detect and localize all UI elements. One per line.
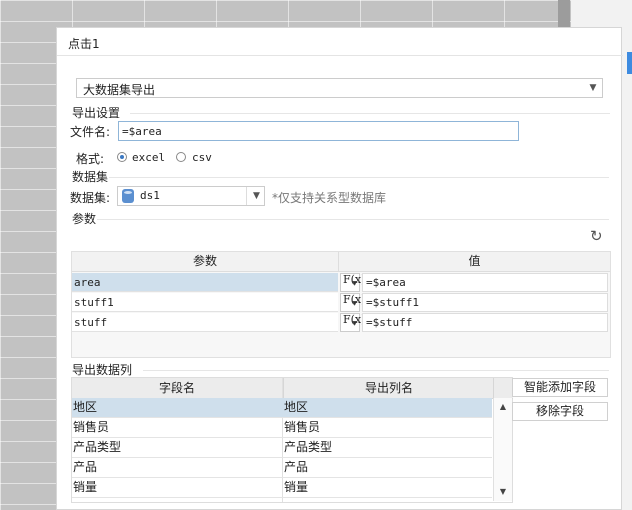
params-header-value: 值 — [339, 252, 610, 272]
param-name: stuff1 — [72, 293, 338, 312]
export-name[interactable]: 产品 — [284, 458, 308, 477]
params-heading: 参数 — [72, 212, 97, 226]
section-divider — [143, 370, 609, 371]
dataset-heading: 数据集 — [72, 170, 109, 184]
header-corner — [493, 378, 513, 399]
section-divider — [130, 113, 610, 114]
params-row[interactable]: stuff1 F(x) ▼ =$stuff1 — [72, 293, 610, 313]
scroll-up-icon[interactable]: ▲ — [494, 400, 512, 414]
param-name: stuff — [72, 313, 338, 332]
caret-down-icon: ▼ — [352, 320, 357, 327]
table-row[interactable]: 销量 销量 — [72, 478, 492, 498]
sheet-scrollbar[interactable] — [558, 0, 570, 28]
export-name[interactable]: 地区 — [284, 398, 308, 417]
scroll-down-icon[interactable]: ▼ — [494, 485, 512, 499]
export-columns-table: 字段名 导出列名 地区 地区 销售员 销售员 产品类型 产品类型 产品 产品 销… — [71, 377, 513, 503]
title-divider — [57, 55, 623, 56]
format-label: 格式: — [76, 152, 105, 166]
field-name: 销量 — [73, 480, 98, 494]
formula-button[interactable]: F(x) ▼ — [340, 313, 365, 332]
formula-button[interactable]: F(x) ▼ — [340, 293, 365, 312]
column-header-export: 导出列名 — [283, 378, 494, 399]
param-value-input[interactable]: =$area — [362, 273, 608, 292]
field-name: 产品类型 — [73, 440, 122, 454]
side-panel-tab[interactable] — [627, 52, 632, 74]
table-scrollbar[interactable]: ▲ ▼ — [493, 398, 512, 501]
export-name[interactable]: 销售员 — [284, 418, 320, 437]
remove-field-button[interactable]: 移除字段 — [512, 402, 608, 421]
export-settings-heading: 导出设置 — [72, 106, 121, 120]
chevron-down-icon[interactable]: ▼ — [246, 187, 266, 205]
params-header-name: 参数 — [72, 252, 339, 272]
caret-down-icon: ▼ — [352, 280, 357, 287]
dataset-label: 数据集: — [70, 191, 111, 205]
dataset-select[interactable]: ds1 ▼ — [117, 186, 265, 206]
smart-add-fields-button[interactable]: 智能添加字段 — [512, 378, 608, 397]
format-option-excel-label: excel — [132, 151, 166, 164]
formula-button[interactable]: F(x) ▼ — [340, 273, 365, 292]
export-name[interactable]: 销量 — [284, 478, 308, 497]
field-name: 销售员 — [73, 420, 110, 434]
caret-down-icon: ▼ — [352, 300, 357, 307]
params-table: 参数 值 area F(x) ▼ =$area stuff1 F(x) ▼ =$st… — [71, 251, 611, 358]
dialog-title: 点击1 — [68, 37, 100, 51]
filename-label: 文件名: — [70, 125, 111, 139]
section-divider — [109, 177, 609, 178]
export-type-value: 大数据集导出 — [83, 83, 156, 97]
table-row[interactable]: 销售员 销售员 — [72, 418, 492, 438]
export-type-select[interactable]: 大数据集导出 ▼ — [76, 78, 603, 98]
format-option-csv-label: csv — [192, 151, 212, 164]
param-name: area — [72, 273, 338, 292]
format-radio-csv[interactable] — [176, 152, 186, 162]
filename-input[interactable]: =$area — [118, 121, 519, 141]
dataset-note: *仅支持关系型数据库 — [272, 191, 387, 205]
table-row[interactable]: 地区 地区 — [72, 398, 492, 418]
table-row[interactable]: 产品 产品 — [72, 458, 492, 478]
export-dialog: 点击1 大数据集导出 ▼ 导出设置 文件名: =$area 格式: excel … — [56, 27, 623, 510]
format-radio-excel[interactable] — [117, 152, 127, 162]
params-row[interactable]: area F(x) ▼ =$area — [72, 273, 610, 293]
section-divider — [97, 219, 609, 220]
export-columns-heading: 导出数据列 — [72, 363, 133, 377]
dataset-value: ds1 — [140, 189, 160, 202]
field-name: 地区 — [73, 400, 98, 414]
param-value-input[interactable]: =$stuff — [362, 313, 608, 332]
params-row[interactable]: stuff F(x) ▼ =$stuff — [72, 313, 610, 333]
refresh-icon[interactable]: ↻ — [590, 229, 604, 244]
table-row[interactable]: 产品类型 产品类型 — [72, 438, 492, 458]
chevron-down-icon[interactable]: ▼ — [584, 79, 602, 97]
param-value-input[interactable]: =$stuff1 — [362, 293, 608, 312]
database-icon — [122, 189, 134, 203]
column-header-field: 字段名 — [72, 378, 282, 399]
export-name[interactable]: 产品类型 — [284, 438, 332, 457]
field-name: 产品 — [73, 460, 98, 474]
